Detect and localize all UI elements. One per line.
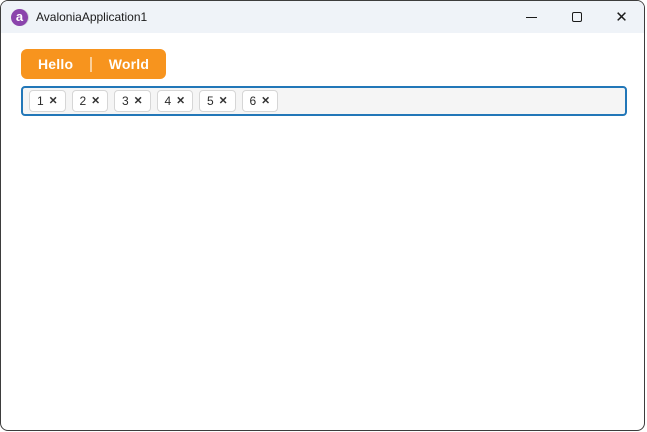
- chip-value: 3: [122, 94, 129, 108]
- chip-value: 1: [37, 94, 44, 108]
- window-title: AvaloniaApplication1: [36, 10, 148, 24]
- window-content: Hello World 1 ✕ 2 ✕ 3 ✕ 4 ✕ 5 ✕ 6 ✕: [1, 33, 644, 116]
- chip: 2 ✕: [71, 90, 108, 112]
- tab-world[interactable]: World: [92, 49, 166, 79]
- tag-input-box[interactable]: 1 ✕ 2 ✕ 3 ✕ 4 ✕ 5 ✕ 6 ✕: [21, 86, 627, 116]
- chip-value: 6: [249, 94, 257, 108]
- app-window: a AvaloniaApplication1 ✕ Hello World 1 ✕…: [0, 0, 645, 431]
- chip: 6 ✕: [241, 90, 278, 112]
- chip: 1 ✕: [29, 90, 66, 112]
- chip-value: 5: [207, 94, 214, 108]
- chip: 3 ✕: [114, 90, 151, 112]
- tab-hello[interactable]: Hello: [21, 49, 90, 79]
- chip: 5 ✕: [199, 90, 236, 112]
- chip-value: 4: [164, 94, 172, 108]
- chip-remove-icon[interactable]: ✕: [91, 96, 100, 107]
- tab-strip: Hello World: [21, 49, 167, 79]
- chip-remove-icon[interactable]: ✕: [134, 96, 143, 107]
- titlebar: a AvaloniaApplication1 ✕: [1, 1, 644, 33]
- minimize-icon: [526, 16, 537, 18]
- maximize-icon: [571, 12, 582, 22]
- chip-remove-icon[interactable]: ✕: [261, 96, 270, 107]
- chip-remove-icon[interactable]: ✕: [49, 96, 58, 107]
- chip-remove-icon[interactable]: ✕: [176, 96, 185, 107]
- avalonia-logo-icon: a: [11, 8, 28, 26]
- chip-remove-icon[interactable]: ✕: [219, 96, 228, 107]
- close-icon: ✕: [615, 8, 628, 26]
- close-button[interactable]: ✕: [599, 1, 644, 33]
- chip-value: 2: [79, 94, 87, 108]
- chip: 4 ✕: [156, 90, 193, 112]
- maximize-button[interactable]: [554, 1, 599, 33]
- minimize-button[interactable]: [509, 1, 554, 33]
